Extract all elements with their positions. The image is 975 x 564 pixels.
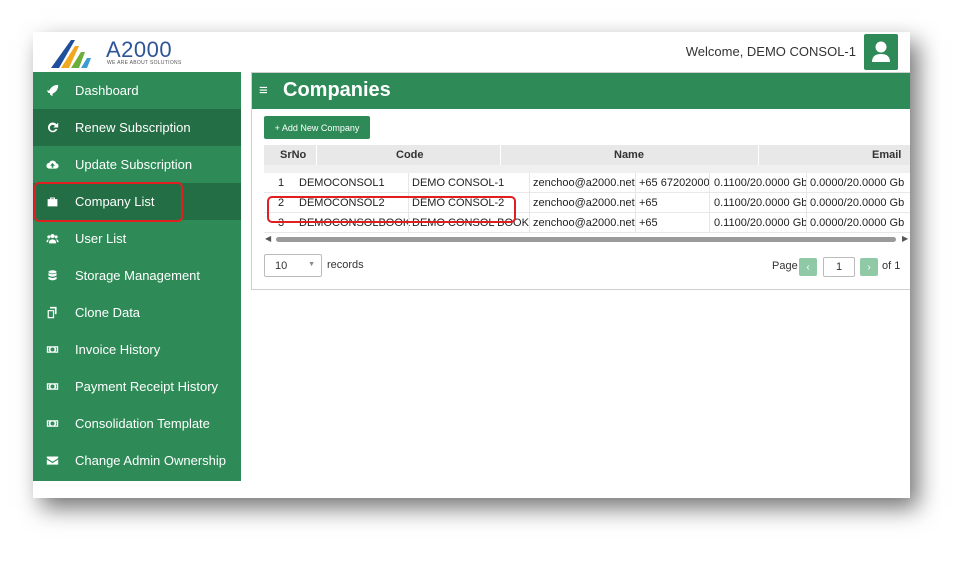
highlight-box-company-list [34, 182, 183, 222]
page-size-select[interactable]: 10 ▼ [264, 254, 322, 277]
column-header-code[interactable]: Code [396, 149, 424, 161]
page-number-input[interactable]: 1 [823, 257, 855, 277]
sidebar-item-dashboard[interactable]: Dashboard [33, 72, 241, 109]
sidebar-item-clone-data[interactable]: Clone Data [33, 294, 241, 331]
scroll-left-icon[interactable]: ◀ [265, 234, 271, 243]
column-header-email[interactable]: Email [872, 149, 901, 161]
sidebar-item-label: User List [75, 231, 127, 246]
sidebar-item-consolidation-template[interactable]: Consolidation Template [33, 405, 241, 442]
chevron-down-icon: ▼ [308, 261, 315, 268]
sidebar-item-storage-management[interactable]: Storage Management [33, 257, 241, 294]
money-icon [45, 380, 59, 394]
sidebar-item-label: Update Subscription [75, 157, 193, 172]
sidebar-item-label: Renew Subscription [75, 120, 191, 135]
sidebar-item-change-admin-ownership[interactable]: Change Admin Ownership [33, 442, 241, 479]
money-icon [45, 417, 59, 431]
page-label: Page [772, 260, 798, 272]
user-icon [872, 41, 890, 62]
user-menu-button[interactable] [864, 34, 898, 70]
logo-tagline: WE ARE ABOUT SOLUTIONS [107, 60, 182, 66]
companies-table: SrNo Code Name Email 1 DEMOCONSOL1 DEMO … [264, 145, 910, 245]
refresh-icon [45, 121, 59, 135]
horizontal-scrollbar[interactable]: ◀ ▶ [264, 234, 910, 244]
sidebar-item-renew-subscription[interactable]: Renew Subscription [33, 109, 241, 146]
sidebar-item-user-list[interactable]: User List [33, 220, 241, 257]
table-row[interactable]: 1 DEMOCONSOL1 DEMO CONSOL-1 zenchoo@a200… [264, 173, 910, 193]
companies-panel: ≡ Companies + Add New Company SrNo Code … [251, 72, 910, 290]
sidebar-item-label: Payment Receipt History [75, 379, 219, 394]
sidebar-item-label: Dashboard [75, 83, 139, 98]
welcome-text: Welcome, DEMO CONSOL-1 [685, 44, 856, 59]
sidebar-item-payment-receipt-history[interactable]: Payment Receipt History [33, 368, 241, 405]
page-size-value: 10 [275, 260, 288, 272]
scroll-right-icon[interactable]: ▶ [902, 234, 908, 243]
column-header-srno[interactable]: SrNo [280, 149, 306, 161]
highlight-box-row-1 [267, 196, 516, 223]
cloud-upload-icon [45, 158, 59, 172]
column-header-name[interactable]: Name [614, 149, 644, 161]
sidebar: Dashboard Renew Subscription Update Subs… [33, 72, 241, 481]
app-window: A2000 WE ARE ABOUT SOLUTIONS Welcome, DE… [33, 32, 910, 498]
envelope-icon [45, 454, 59, 468]
money-icon [45, 343, 59, 357]
next-page-button[interactable]: › [860, 258, 878, 276]
panel-header: ≡ Companies [252, 73, 910, 109]
sidebar-item-label: Storage Management [75, 268, 201, 283]
table-header: SrNo Code Name Email [264, 145, 910, 165]
page-count-label: of 1 [882, 260, 901, 272]
prev-page-button[interactable]: ‹ [799, 258, 817, 276]
rocket-icon [45, 84, 59, 98]
sidebar-item-label: Change Admin Ownership [75, 453, 227, 468]
users-icon [45, 232, 59, 246]
menu-toggle-icon[interactable]: ≡ [259, 82, 268, 99]
copy-icon [45, 306, 59, 320]
add-new-company-button[interactable]: + Add New Company [264, 116, 370, 139]
pagination: Page ‹ 1 › of 1 [772, 257, 901, 277]
a2000-logo[interactable]: A2000 WE ARE ABOUT SOLUTIONS [49, 34, 189, 70]
top-bar: A2000 WE ARE ABOUT SOLUTIONS Welcome, DE… [33, 32, 910, 72]
sidebar-item-label: Consolidation Template [75, 416, 210, 431]
scrollbar-thumb[interactable] [276, 237, 896, 242]
sidebar-item-label: Invoice History [75, 342, 161, 357]
sidebar-item-label: Clone Data [75, 305, 141, 320]
sidebar-item-update-subscription[interactable]: Update Subscription [33, 146, 241, 183]
page-title: Companies [283, 79, 391, 101]
database-icon [45, 269, 59, 283]
records-label: records [327, 259, 364, 271]
sidebar-item-invoice-history[interactable]: Invoice History [33, 331, 241, 368]
logo-mark-icon [51, 40, 91, 68]
